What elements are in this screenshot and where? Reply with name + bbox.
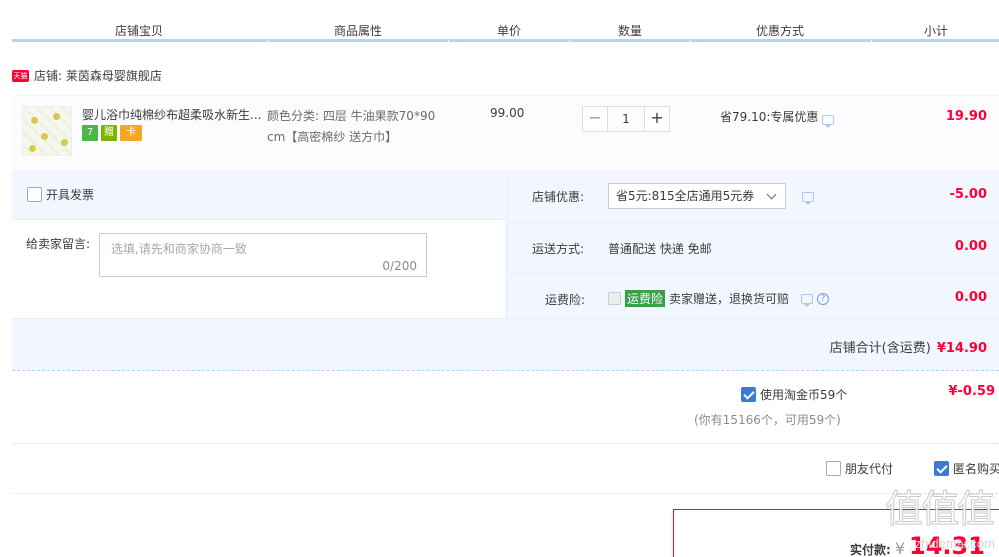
watermark: 值值值 zhidemai.com: [849, 478, 999, 557]
anonymous-checkbox[interactable]: [934, 461, 949, 476]
message-icon[interactable]: [822, 114, 835, 128]
shipping-row: 运送方式: 普通配送 快递 免邮 0.00: [507, 222, 999, 272]
message-icon[interactable]: [802, 192, 814, 205]
col-promotion: 优惠方式: [756, 24, 805, 38]
product-attributes: 颜色分类: 四层 牛油果款70*90 cm【高密棉纱 送方巾】: [267, 106, 452, 148]
shipping-label: 运送方式:: [532, 242, 585, 256]
quantity-input[interactable]: 1: [608, 106, 644, 132]
shop-discount-amount: -5.00: [949, 187, 987, 202]
message-icon[interactable]: [801, 293, 814, 307]
insurance-amount: 0.00: [954, 290, 987, 305]
shipping-amount: 0.00: [954, 239, 987, 254]
watermark-text: zhidemai.com: [914, 536, 995, 551]
product-title[interactable]: 婴儿浴巾纯棉纱布超柔吸水新生...: [82, 106, 262, 123]
shipping-method[interactable]: 普通配送 快递 免邮: [608, 240, 712, 257]
attr-line-1: 颜色分类: 四层 牛油果款70*90: [267, 109, 436, 123]
quantity-increase-button[interactable]: +: [644, 106, 670, 132]
card-icon: 卡: [120, 125, 142, 141]
col-attributes: 商品属性: [334, 24, 383, 38]
insurance-checkbox: [608, 292, 621, 305]
col-subtotal: 小计: [924, 24, 949, 38]
memo-section: 给卖家留言: 选填,请先和商家协商一致 0/200: [12, 219, 505, 318]
help-icon[interactable]: ?: [817, 292, 830, 305]
promotion: 省79.10:专属优惠: [720, 108, 835, 128]
watermark-logo: 值值值: [884, 487, 995, 532]
invoice-checkbox[interactable]: [27, 187, 42, 202]
seven-day-return-icon: 7: [82, 125, 98, 141]
divider: [12, 443, 999, 444]
memo-counter: 0/200: [382, 259, 417, 273]
coupon-select[interactable]: 省5元:815全店通用5元券: [608, 183, 786, 209]
item-subtotal: 19.90: [945, 109, 987, 124]
promotion-text: 省79.10:专属优惠: [720, 110, 819, 124]
insurance-label: 运费险:: [545, 293, 586, 307]
chevron-down-icon: [766, 189, 777, 200]
memo-placeholder: 选填,请先和商家协商一致: [111, 242, 247, 256]
anonymous-label: 匿名购买: [953, 462, 999, 476]
attr-line-2: cm【高密棉纱 送方巾】: [267, 130, 398, 144]
col-quantity: 数量: [618, 24, 643, 38]
shop-line[interactable]: 天猫 店铺: 莱茵森母婴旗舰店: [12, 67, 162, 84]
insurance-text: 卖家赠送，退换货可赔: [669, 292, 790, 306]
insurance-tag: 运费险: [625, 290, 666, 307]
shop-total: 店铺合计(含运费) ¥14.90: [830, 337, 987, 356]
coupon-selected: 省5元:815全店通用5元券: [616, 189, 755, 203]
insurance-row: 运费险: 运费险 卖家赠送，退换货可赔 ? 0.00: [507, 273, 999, 318]
coin-note: (你有15166个，可用59个): [694, 413, 841, 427]
friend-pay-checkbox[interactable]: [826, 461, 841, 476]
anonymous-option[interactable]: 匿名购买: [934, 460, 999, 477]
coin-label: 使用淘金币59个: [760, 388, 848, 402]
memo-textarea[interactable]: 选填,请先和商家协商一致 0/200: [99, 233, 427, 277]
shop-name[interactable]: 店铺: 莱茵森母婴旗舰店: [34, 67, 162, 84]
friend-pay-option[interactable]: 朋友代付: [826, 460, 893, 477]
invoice-option[interactable]: 开具发票: [27, 186, 94, 203]
coin-checkbox[interactable]: [741, 387, 756, 402]
coin-amount: ¥-0.59: [948, 384, 995, 399]
tmall-icon: 天猫: [12, 69, 29, 82]
col-unit-price: 单价: [497, 24, 522, 38]
shop-discount-row: 店铺优惠: 省5元:815全店通用5元券 -5.00: [507, 171, 999, 221]
quantity-stepper: − 1 +: [582, 106, 670, 132]
memo-label: 给卖家留言:: [26, 237, 91, 251]
gift-icon: 赠: [101, 125, 117, 141]
coin-option[interactable]: 使用淘金币59个: [741, 386, 847, 403]
unit-price: 99.00: [490, 106, 525, 120]
invoice-label: 开具发票: [46, 188, 95, 202]
shop-total-label: 店铺合计(含运费): [829, 341, 931, 356]
cart-header: 店铺宝贝 商品属性 单价 数量 优惠方式 小计: [12, 0, 999, 43]
insurance-option: 运费险 卖家赠送，退换货可赔 ?: [608, 290, 830, 307]
service-badges: 7 赠 卡: [82, 125, 142, 141]
friend-pay-label: 朋友代付: [845, 462, 894, 476]
col-shop-item: 店铺宝贝: [115, 24, 164, 38]
order-options-panel: 开具发票 给卖家留言: 选填,请先和商家协商一致 0/200 店铺优惠: 省5元…: [12, 171, 999, 318]
shop-discount-label: 店铺优惠:: [532, 190, 585, 204]
cart-item-row: 婴儿浴巾纯棉纱布超柔吸水新生... 7 赠 卡 颜色分类: 四层 牛油果款70*…: [12, 95, 999, 171]
product-thumbnail[interactable]: [22, 106, 72, 156]
shop-total-bar: 店铺合计(含运费) ¥14.90: [12, 318, 999, 371]
shop-total-amount: ¥14.90: [936, 341, 987, 356]
quantity-decrease-button[interactable]: −: [582, 106, 608, 132]
